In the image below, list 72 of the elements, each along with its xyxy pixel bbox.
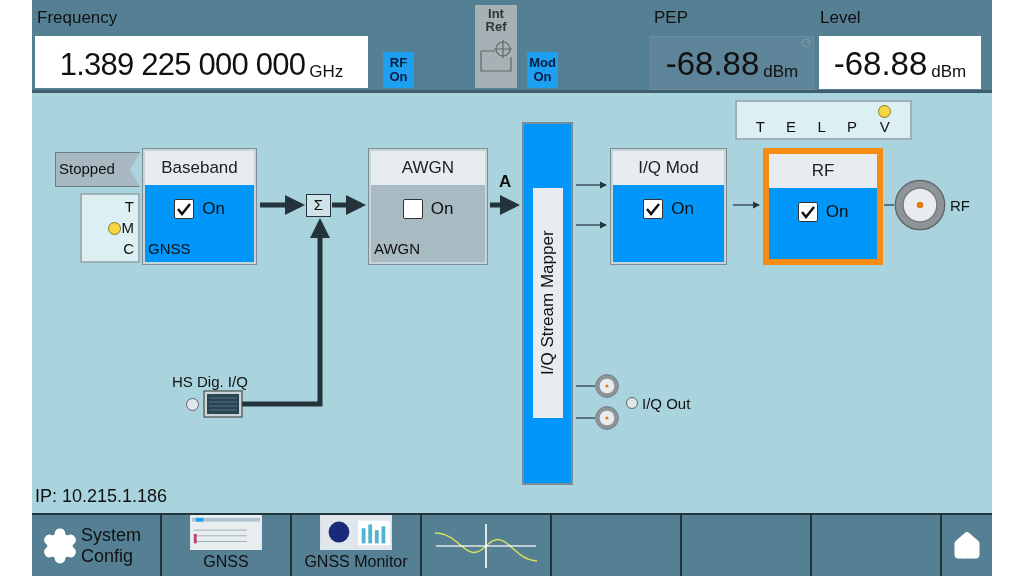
trigger-letter: C [123, 239, 134, 260]
mod-toggle[interactable]: Mod On [527, 52, 558, 88]
checkbox[interactable] [643, 198, 664, 219]
checkbox-label: On [825, 201, 849, 223]
sum-node: Σ [306, 194, 331, 217]
connection-arrow [575, 181, 608, 189]
rf-output-label: RF [950, 196, 970, 216]
trigger-letter: M [121, 218, 134, 239]
reference-icon [479, 39, 513, 73]
checkbox-label: On [202, 198, 225, 220]
frequency-field[interactable]: 1.389 225 000 000 GHz [35, 36, 368, 88]
taskbar-button[interactable]: GNSS Monitor [292, 515, 420, 576]
frequency-unit: GHz [309, 63, 344, 80]
pep-value: -68.88 [665, 47, 760, 80]
checkbox-label: On [430, 198, 454, 220]
block-subtitle: AWGN [374, 238, 421, 259]
trigger-letter: T [124, 197, 134, 218]
taskbar-button[interactable] [422, 515, 550, 576]
function-block[interactable]: Baseband On GNSS [142, 148, 257, 265]
indicator-letter: P [847, 118, 858, 136]
status-lamp [626, 397, 638, 409]
block-title: Baseband [145, 151, 254, 185]
reference-text: Ref [485, 20, 507, 33]
stream-mapper-label: I/Q Stream Mapper [532, 188, 563, 418]
status-tag: Stopped [55, 152, 140, 187]
iq-out-label: I/Q Out [642, 394, 691, 414]
connection-arrow [260, 195, 305, 215]
indicator-letter: E [786, 118, 797, 136]
connection-arrow [575, 221, 608, 229]
block-title: I/Q Mod [613, 151, 724, 185]
disabled-icon [801, 38, 811, 48]
level-field[interactable]: -68.88 dBm [819, 36, 981, 89]
connection-arrow [490, 195, 520, 215]
home-icon [952, 530, 982, 561]
taskbar-button[interactable]: System Config [32, 515, 160, 576]
indicator-letter: T [755, 118, 765, 136]
hs-input-label: HS Dig. I/Q [172, 372, 248, 392]
checkbox-label: On [671, 198, 694, 220]
coax-connector-icon [595, 406, 619, 430]
connection-arrow [732, 201, 761, 209]
digital-port-icon [203, 390, 243, 418]
reference-panel[interactable]: Int Ref [475, 5, 517, 88]
function-block[interactable]: I/Q Mod On [610, 148, 727, 265]
block-title: AWGN [371, 151, 485, 185]
block-title: RF [769, 154, 877, 188]
function-block[interactable]: RF On [763, 148, 883, 265]
level-value: -68.88 [833, 47, 928, 80]
coax-connector-icon [595, 374, 619, 398]
reference-text: Int [488, 7, 504, 20]
status-lamp [186, 398, 199, 411]
checkbox[interactable] [174, 198, 195, 219]
frequency-label: Frequency [36, 7, 119, 29]
level-unit: dBm [931, 63, 967, 80]
settings-icon [41, 526, 79, 565]
pep-label: PEP [653, 7, 690, 29]
connection-arrow [332, 195, 366, 215]
ip-address: IP: 10.215.1.186 [35, 485, 168, 508]
frequency-value: 1.389 225 000 000 [59, 49, 306, 80]
checkbox[interactable] [797, 201, 818, 222]
pep-unit: dBm [763, 63, 799, 80]
function-block[interactable]: AWGN On AWGN [368, 148, 488, 265]
stream-mapper-bar[interactable]: I/Q Stream Mapper [522, 122, 573, 485]
rf-toggle[interactable]: RF On [383, 52, 414, 88]
taskbar-button[interactable]: GNSS [162, 515, 290, 576]
taskbar-button[interactable] [942, 515, 992, 576]
path-label: A [499, 171, 512, 193]
block-subtitle: GNSS [148, 238, 191, 259]
indicator-letter: L [817, 118, 826, 136]
indicator-letter: V [879, 118, 890, 136]
checkbox[interactable] [402, 198, 423, 219]
level-label: Level [819, 7, 862, 29]
coax-connector-icon [894, 179, 946, 231]
